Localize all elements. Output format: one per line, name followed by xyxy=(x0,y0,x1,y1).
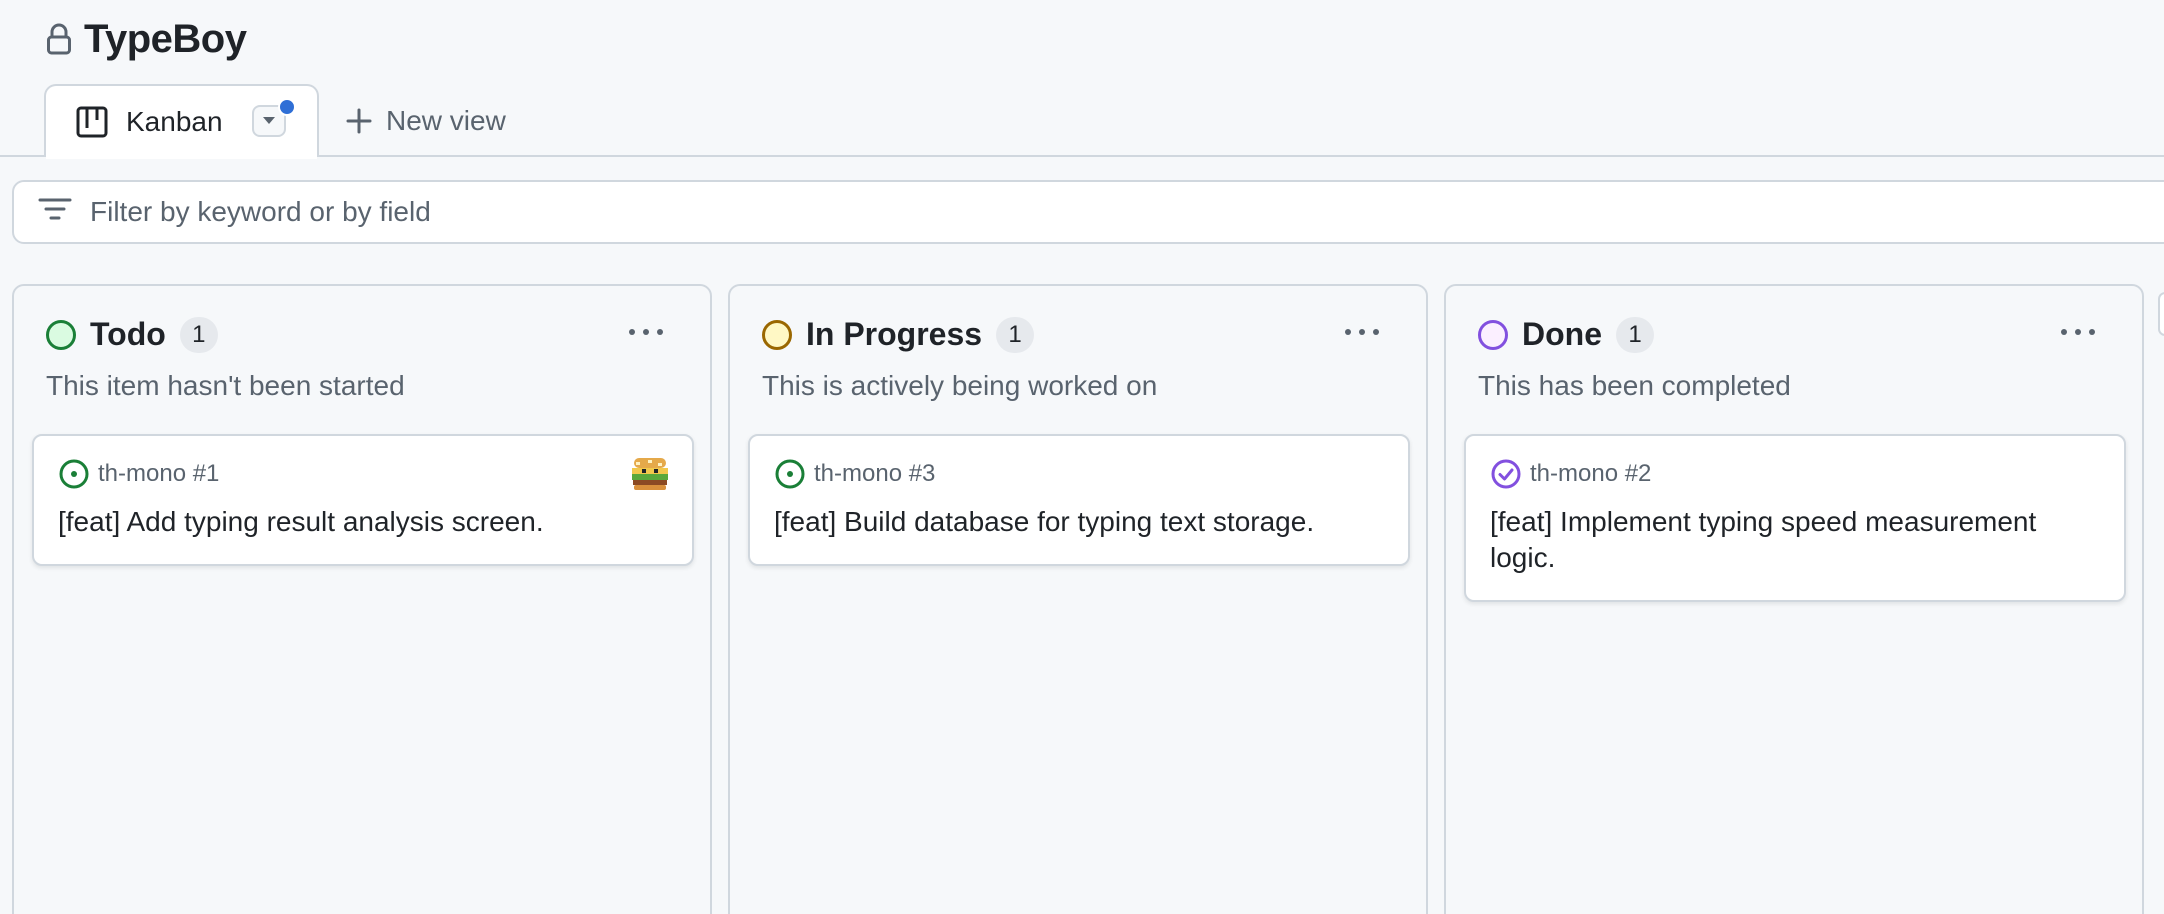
column-menu-button[interactable] xyxy=(1342,320,1382,344)
kebab-horizontal-icon xyxy=(629,329,663,335)
status-circle-icon xyxy=(762,319,792,350)
column-description: This is actively being worked on xyxy=(762,370,1158,401)
column-title: Todo xyxy=(90,316,166,352)
card-meta: th-mono #3 xyxy=(774,458,1384,490)
new-view-label: New view xyxy=(386,105,506,136)
card-meta: th-mono #2 xyxy=(1490,458,2100,490)
status-circle-icon xyxy=(1478,319,1508,350)
column-description: This has been completed xyxy=(1478,370,1791,401)
issue-open-icon xyxy=(58,458,90,490)
column-menu-button[interactable] xyxy=(626,320,666,344)
table-board-icon xyxy=(76,106,108,138)
issue-card[interactable]: th-mono #1 [feat] Add typing result anal… xyxy=(32,434,694,566)
column-done: Done 1 This has been completed th-mono #… xyxy=(1444,284,2144,914)
issue-card[interactable]: th-mono #3 [feat] Build database for typ… xyxy=(748,434,1410,566)
issue-open-icon xyxy=(774,458,806,490)
issue-title[interactable]: [feat] Build database for typing text st… xyxy=(774,504,1384,540)
tab-kanban[interactable]: Kanban xyxy=(44,84,319,159)
column-menu-button[interactable] xyxy=(2058,320,2098,344)
issue-reference-link[interactable]: th-mono #3 xyxy=(814,460,935,488)
kebab-horizontal-icon xyxy=(2061,329,2095,335)
issue-reference-link[interactable]: th-mono #2 xyxy=(1530,460,1651,488)
card-meta: th-mono #1 xyxy=(58,458,668,490)
project-board-page: TypeBoy Kanban New view Filter by keywor… xyxy=(0,0,2164,914)
plus-icon xyxy=(346,108,372,134)
kebab-horizontal-icon xyxy=(1345,329,1379,335)
count-badge: 1 xyxy=(1616,316,1654,353)
view-tabs-divider xyxy=(0,155,2164,157)
count-badge: 1 xyxy=(996,316,1035,353)
count-badge: 1 xyxy=(179,316,218,353)
assignee-avatar[interactable] xyxy=(630,456,670,492)
issue-reference-link[interactable]: th-mono #1 xyxy=(98,460,219,488)
issue-closed-icon xyxy=(1490,458,1522,490)
lock-icon xyxy=(44,22,74,56)
unsaved-changes-indicator xyxy=(278,98,296,116)
new-view-button[interactable]: New view xyxy=(346,96,506,146)
column-description: This item hasn't been started xyxy=(46,370,405,401)
column-todo: Todo 1 This item hasn't been started th-… xyxy=(12,284,712,914)
issue-title[interactable]: [feat] Add typing result analysis screen… xyxy=(58,504,668,540)
column-title: Done xyxy=(1522,316,1602,352)
issue-title[interactable]: [feat] Implement typing speed measuremen… xyxy=(1490,504,2100,576)
project-title: TypeBoy xyxy=(84,16,247,61)
tab-kanban-label: Kanban xyxy=(126,105,223,137)
filter-bar[interactable] xyxy=(12,180,2164,244)
column-header: In Progress 1 xyxy=(762,316,1035,353)
filter-input[interactable] xyxy=(88,195,1892,229)
triangle-down-icon xyxy=(263,117,275,124)
issue-card[interactable]: th-mono #2 [feat] Implement typing speed… xyxy=(1464,434,2126,602)
project-header: TypeBoy xyxy=(44,14,247,64)
column-header: Todo 1 xyxy=(46,316,218,353)
column-header: Done 1 xyxy=(1478,316,1654,353)
column-title: In Progress xyxy=(806,316,983,352)
filter-icon xyxy=(38,197,72,227)
column-in-progress: In Progress 1 This is actively being wor… xyxy=(728,284,1428,914)
next-column-edge xyxy=(2158,292,2164,336)
status-circle-icon xyxy=(46,319,76,350)
